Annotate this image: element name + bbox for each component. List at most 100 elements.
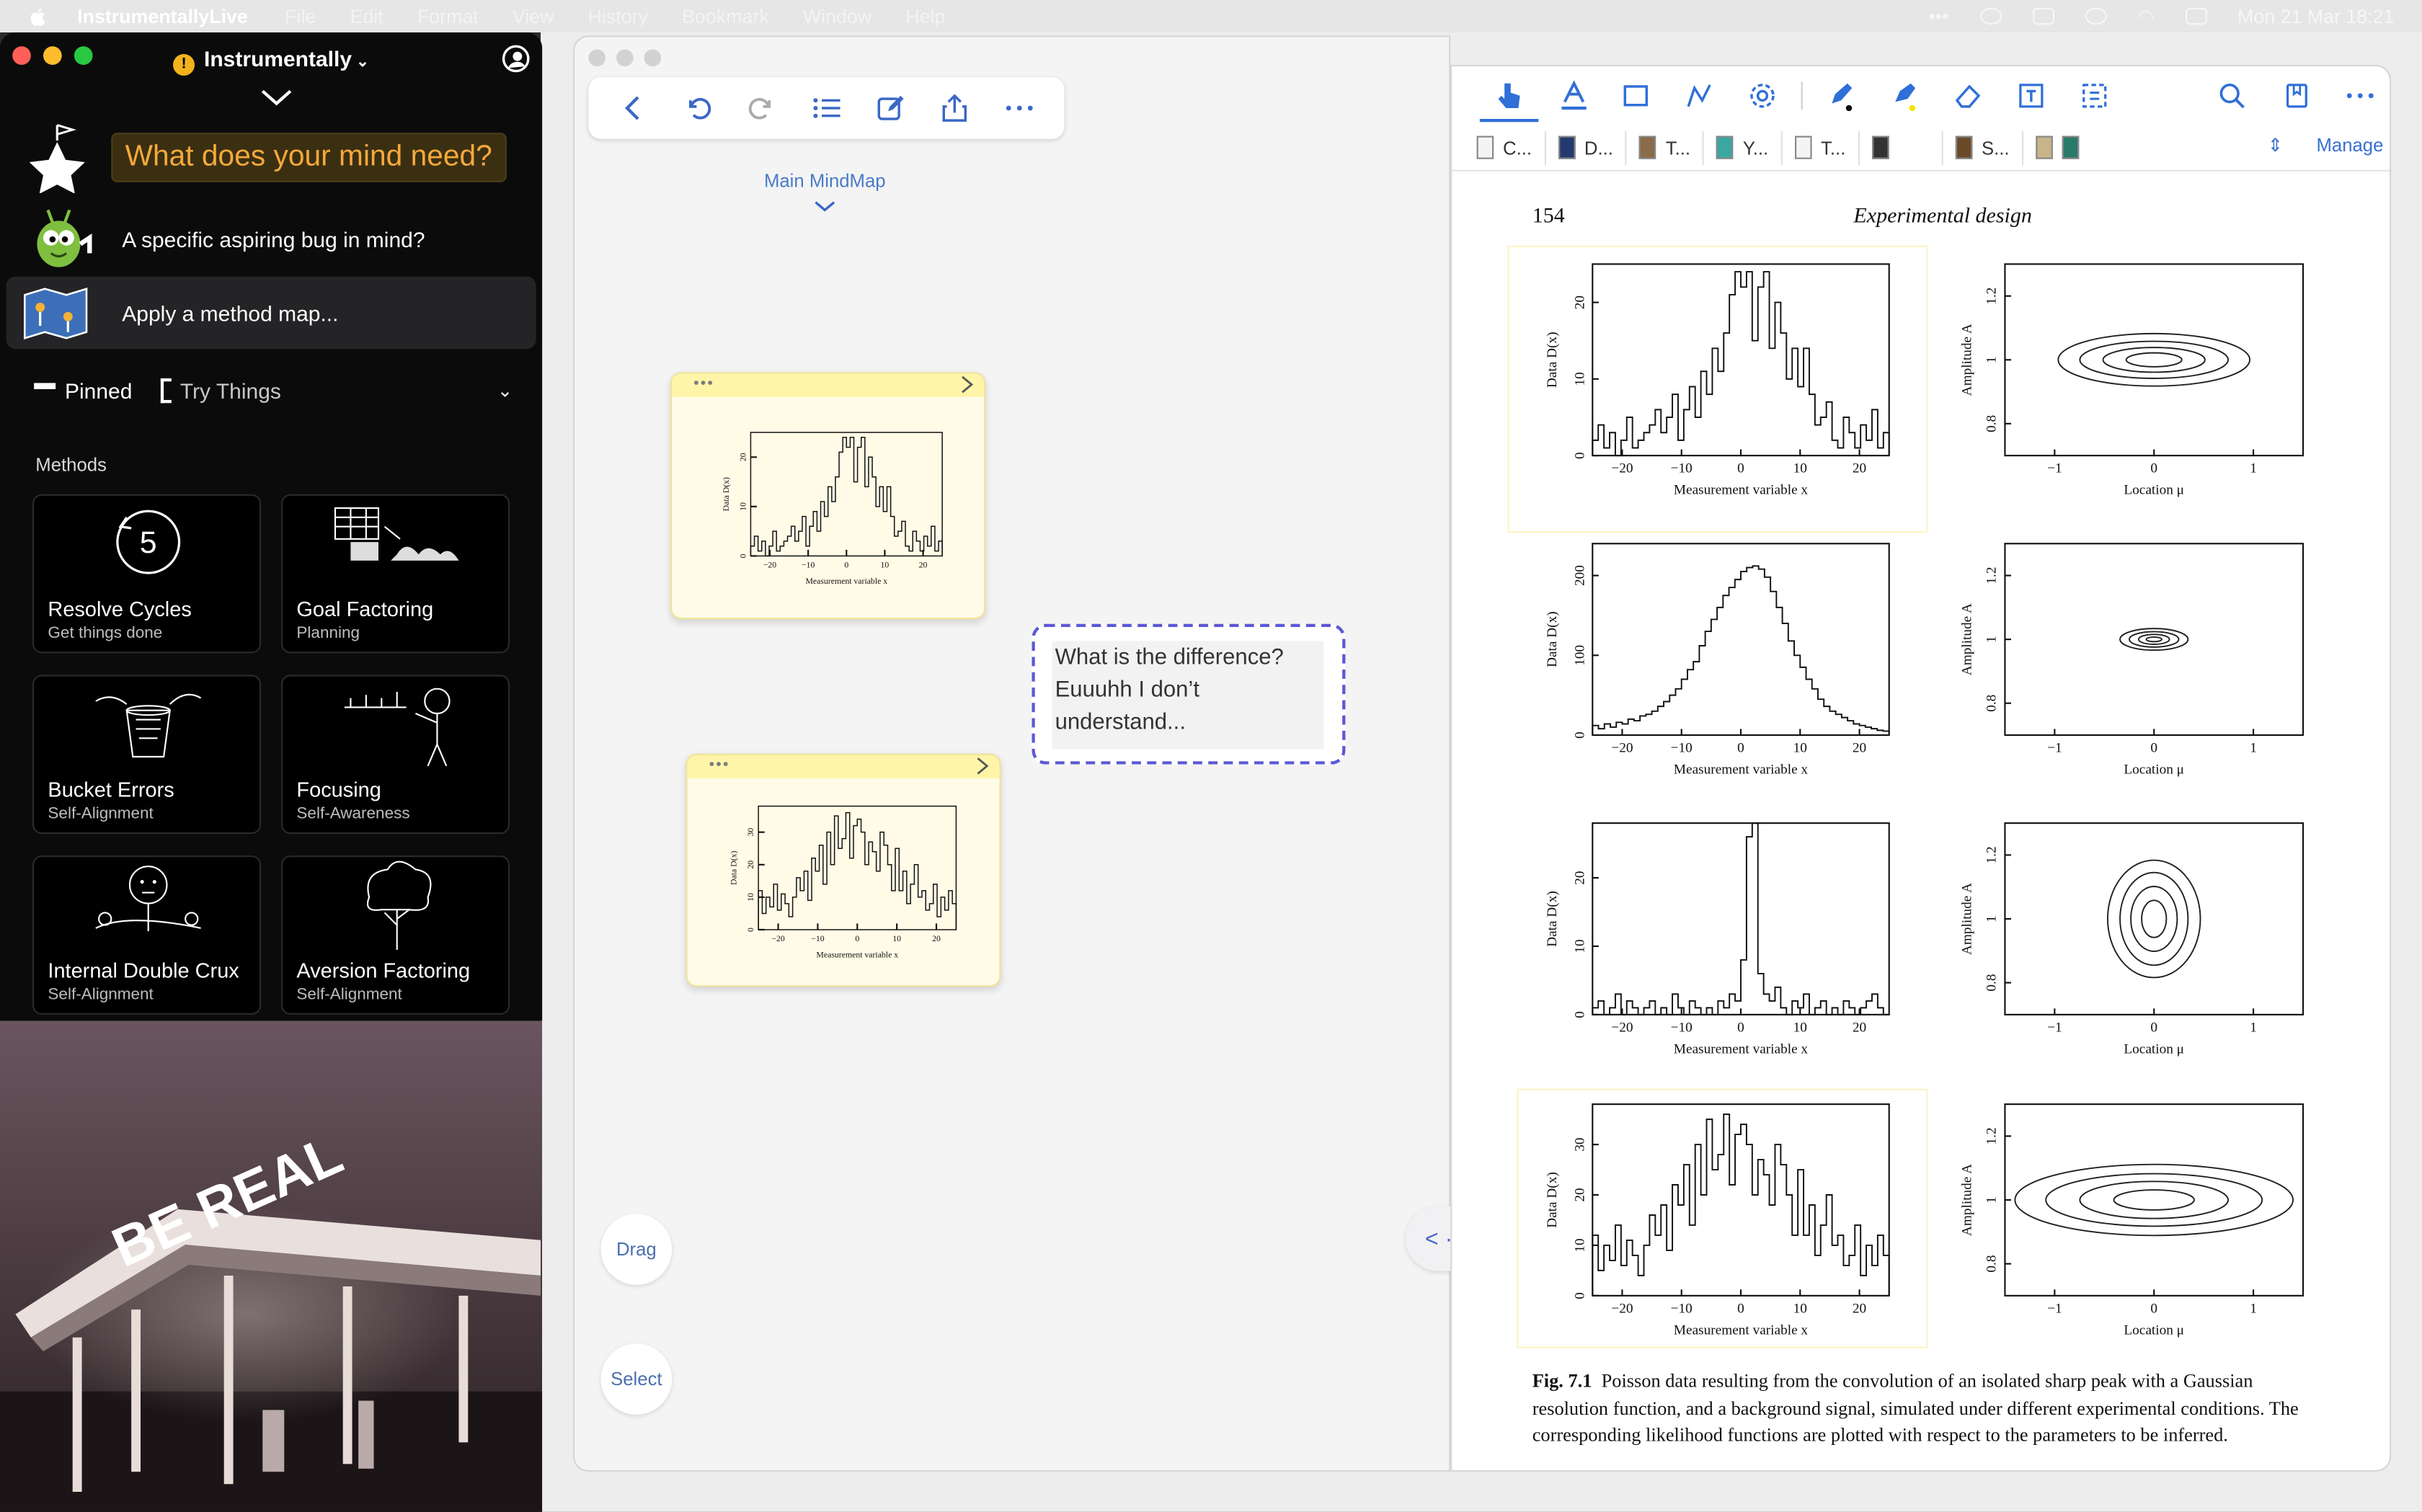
x-tick-label: −10 [1671, 1301, 1693, 1316]
likelihood-contour [2079, 1180, 2230, 1219]
manage-tabs-button[interactable]: Manage [2316, 134, 2383, 156]
drag-button[interactable]: Drag [600, 1214, 673, 1285]
doc-tab[interactable]: S... [1943, 130, 2023, 165]
apply-method-map-button[interactable]: Apply a method map... [6, 276, 536, 350]
settings-gear-icon[interactable] [1745, 79, 1779, 112]
record-icon[interactable] [1979, 7, 2002, 25]
doc-tab[interactable] [2023, 130, 2101, 164]
tabs-dropdown-chevron-icon[interactable]: ⌄ [497, 380, 513, 401]
minimize-button[interactable] [616, 49, 634, 67]
doc-tab[interactable]: T... [1782, 130, 1860, 165]
menu-help[interactable]: Help [905, 6, 945, 27]
panel-title-label: Instrumentally [203, 46, 352, 71]
note-handle-icon[interactable]: ••• [709, 757, 730, 773]
bug-prompt-row[interactable]: A specific aspiring bug in mind? [25, 199, 425, 279]
chevron-down-icon[interactable] [814, 201, 835, 213]
x-tick-label: 0 [1737, 741, 1744, 756]
method-card-resolve-cycles[interactable]: 5 Resolve Cycles Get things done [32, 494, 262, 654]
app-name[interactable]: InstrumentallyLive [77, 6, 248, 27]
area-select-icon[interactable] [2077, 79, 2111, 112]
x-axis-label: Location μ [2124, 1322, 2184, 1338]
method-card-goal-factoring[interactable]: Goal Factoring Planning [281, 494, 510, 654]
lasso-icon[interactable] [1682, 79, 1716, 112]
more-icon[interactable] [2343, 79, 2377, 112]
chevron-right-icon[interactable] [961, 375, 973, 394]
method-card-aversion-factoring[interactable]: Aversion Factoring Self-Alignment [281, 855, 510, 1015]
doc-tab[interactable]: Y... [1704, 130, 1783, 165]
menu-view[interactable]: View [513, 6, 554, 27]
x-tick-label: 10 [1793, 1020, 1807, 1035]
tab-try-things[interactable]: Try Things [180, 378, 281, 403]
text-highlight-icon[interactable] [1557, 79, 1591, 112]
x-tick-label: −20 [763, 560, 777, 569]
mind-need-button[interactable]: What does your mind need? [111, 133, 507, 182]
question-text[interactable]: What is the difference? Euuuhh I don’t u… [1052, 641, 1324, 750]
menu-window[interactable]: Window [803, 6, 871, 27]
collapse-chevron-icon[interactable] [260, 88, 293, 107]
zoom-button[interactable] [644, 49, 662, 67]
redo-icon[interactable] [745, 91, 778, 125]
mindmap-title[interactable]: Main MindMap [742, 170, 908, 192]
text-box-icon[interactable] [2014, 79, 2048, 112]
battery-icon[interactable] [2032, 7, 2054, 25]
doc-tab[interactable]: C... [1464, 130, 1546, 165]
control-center-icon[interactable] [2185, 7, 2207, 25]
more-icon[interactable] [1003, 91, 1037, 125]
x-tick-label: −10 [1671, 461, 1693, 476]
mindmap-note-2[interactable]: ••• −20 −10 0 10 20 0 10 20 30 Measurement variab… [686, 753, 1001, 987]
edit-icon[interactable] [874, 91, 908, 125]
outline-list-icon[interactable] [809, 91, 843, 125]
user-switch-icon[interactable] [2085, 7, 2107, 25]
menu-format[interactable]: Format [417, 6, 479, 27]
pdf-viewer: C... D... T... Y... T... S... ⇕ Manage 1… [1450, 65, 2392, 1472]
question-node[interactable]: What is the difference? Euuuhh I don’t u… [1032, 623, 1346, 765]
undo-icon[interactable] [680, 91, 714, 125]
menu-bookmark[interactable]: Bookmark [682, 6, 769, 27]
eraser-icon[interactable] [1951, 79, 1984, 112]
x-axis-label: Measurement variable x [1674, 1322, 1809, 1338]
tab-pinned[interactable]: Pinned [65, 378, 132, 403]
doc-thumbnail [1871, 135, 1889, 159]
menu-edit[interactable]: Edit [350, 6, 383, 27]
back-icon[interactable] [616, 91, 650, 125]
share-icon[interactable] [938, 91, 972, 125]
wifi-icon[interactable]: ◠ [2137, 4, 2154, 28]
doc-tab[interactable] [1860, 130, 1943, 165]
doc-tab[interactable]: D... [1545, 130, 1628, 165]
x-tick-label: −20 [1611, 461, 1633, 476]
note-handle-icon[interactable]: ••• [693, 376, 714, 391]
x-tick-label: 0 [2150, 741, 2157, 756]
method-card-internal-double-crux[interactable]: Internal Double Crux Self-Alignment [32, 855, 262, 1015]
x-axis-label: Measurement variable x [1674, 483, 1809, 498]
x-tick-label: −20 [1611, 1301, 1633, 1316]
rectangle-select-icon[interactable] [1619, 79, 1653, 112]
select-button[interactable]: Select [600, 1343, 673, 1415]
y-tick-label: 1.2 [1984, 567, 2000, 584]
menu-history[interactable]: History [588, 6, 648, 27]
method-card-bucket-errors[interactable]: Bucket Errors Self-Alignment [32, 675, 262, 835]
more-dots-icon[interactable]: ••• [1928, 6, 1948, 27]
bug-mascot-icon [37, 209, 92, 267]
highlighter-icon[interactable] [1888, 79, 1922, 112]
mindmap-note-1[interactable]: ••• −20 −10 0 10 20 0 10 20 Measurement variable… [670, 372, 986, 620]
figure-caption: Fig. 7.1 Poisson data resulting from the… [1532, 1369, 2320, 1450]
user-icon[interactable] [502, 45, 530, 73]
apple-icon[interactable] [28, 6, 50, 27]
panel-title[interactable]: ! Instrumentally ⌄ [0, 46, 542, 76]
sort-arrows-icon[interactable]: ⇕ [2268, 134, 2284, 156]
doc-tab[interactable]: T... [1627, 130, 1705, 165]
menu-file[interactable]: File [285, 6, 316, 27]
panel-tabs: Pinned Try Things ⌄ [34, 377, 513, 405]
x-tick-label: 1 [2250, 461, 2257, 476]
search-icon[interactable] [2215, 79, 2249, 112]
method-card-focusing[interactable]: Focusing Self-Awareness [281, 675, 510, 835]
close-button[interactable] [588, 49, 606, 67]
mind-prompt-row[interactable]: What does your mind need? [25, 117, 507, 197]
pen-icon[interactable] [1824, 79, 1858, 112]
hand-pointer-icon[interactable] [1492, 79, 1526, 112]
clock[interactable]: Mon 21 Mar 18:21 [2237, 6, 2394, 27]
y-tick-label: 20 [1573, 1188, 1588, 1201]
pdf-page: 154 Experimental design −20 −10 0 10 20 0 10 20… [1452, 172, 2390, 1470]
bookmark-icon[interactable] [2280, 79, 2314, 112]
chevron-right-icon[interactable] [976, 757, 989, 775]
